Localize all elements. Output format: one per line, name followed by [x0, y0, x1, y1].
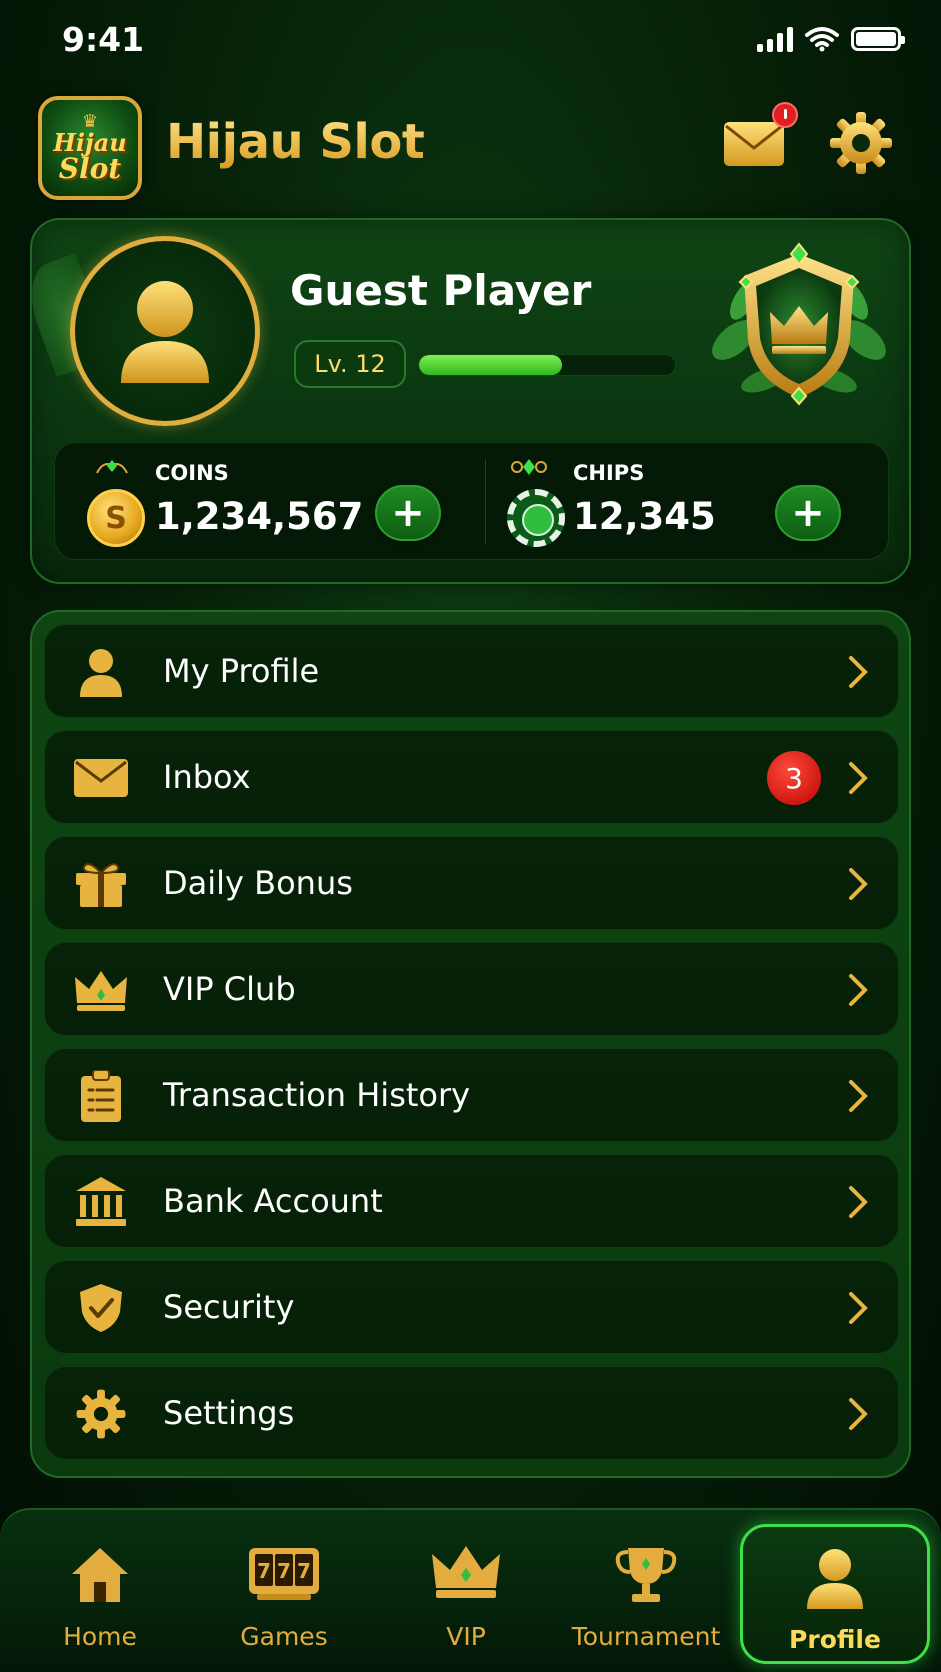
menu-item-bank-account[interactable]: Bank Account: [44, 1154, 899, 1248]
add-coins-button[interactable]: +: [375, 485, 441, 541]
menu-item-daily-bonus[interactable]: Daily Bonus: [44, 836, 899, 930]
chevron-right-icon: [849, 1186, 868, 1218]
chevron-right-icon: [849, 1398, 868, 1430]
nav-label: Games: [240, 1622, 328, 1651]
menu-item-security[interactable]: Security: [44, 1260, 899, 1354]
user-icon: [807, 1549, 863, 1609]
crown-icon: [432, 1546, 500, 1598]
menu-item-inbox[interactable]: Inbox 3: [44, 730, 899, 824]
gem-decoration-icon: [96, 460, 128, 474]
avatar[interactable]: [70, 236, 260, 426]
menu-item-label: VIP Club: [163, 970, 296, 1008]
menu-item-my-profile[interactable]: My Profile: [44, 624, 899, 718]
mail-icon[interactable]: [722, 118, 786, 170]
app-title: Hijau Slot: [166, 114, 425, 170]
nav-item-games[interactable]: 7 7 7 Games: [194, 1524, 374, 1664]
chips-value: 12,345: [573, 495, 716, 538]
status-time: 9:41: [62, 20, 145, 59]
signal-icon: [757, 26, 793, 52]
battery-icon: [851, 27, 905, 51]
status-bar: 9:41: [0, 0, 941, 80]
menu-item-label: Daily Bonus: [163, 864, 353, 902]
nav-label: VIP: [446, 1622, 486, 1651]
status-icons: [757, 26, 905, 52]
app-logo[interactable]: ♛ Hijau Slot: [38, 96, 142, 200]
nav-label: Home: [63, 1622, 137, 1651]
coins-label: COINS: [155, 461, 229, 485]
menu-item-label: My Profile: [163, 652, 320, 690]
add-chips-button[interactable]: +: [775, 485, 841, 541]
wifi-icon: [805, 27, 839, 52]
menu-item-settings[interactable]: Settings: [44, 1366, 899, 1460]
bottom-nav: Home 7 7 7 Games VIP Tournament Profile: [0, 1508, 941, 1672]
home-icon: [72, 1548, 128, 1602]
inbox-count-badge: 3: [767, 751, 821, 805]
slot-machine-icon: 7 7 7: [249, 1548, 319, 1600]
nav-label: Tournament: [571, 1622, 721, 1651]
user-icon: [73, 647, 129, 697]
nav-item-profile[interactable]: Profile: [740, 1524, 930, 1664]
chevron-right-icon: [849, 1292, 868, 1324]
menu-list: My Profile Inbox 3 Daily Bonus VIP Club …: [30, 610, 911, 1478]
chip-icon: [507, 489, 565, 547]
vip-shield-badge-icon[interactable]: [704, 240, 894, 410]
gear-icon[interactable]: [828, 110, 894, 176]
menu-item-vip-club[interactable]: VIP Club: [44, 942, 899, 1036]
bank-icon: [73, 1177, 129, 1227]
menu-item-label: Inbox: [163, 758, 251, 796]
nav-item-tournament[interactable]: Tournament: [556, 1524, 736, 1664]
coin-icon: S: [87, 489, 145, 547]
logo-text-line2: Slot: [58, 152, 122, 185]
chevron-right-icon: [849, 868, 868, 900]
nav-item-vip[interactable]: VIP: [376, 1524, 556, 1664]
crown-icon: [73, 965, 129, 1015]
wallet-divider: [485, 459, 486, 545]
chevron-right-icon: [849, 656, 868, 688]
level-badge: Lv. 12: [294, 340, 406, 388]
wallet-panel: COINS S 1,234,567 + CHIPS 12,345 +: [54, 442, 889, 560]
trophy-icon: [615, 1548, 677, 1602]
player-name: Guest Player: [290, 266, 592, 315]
app-header: ♛ Hijau Slot Hijau Slot: [38, 96, 898, 200]
menu-item-label: Bank Account: [163, 1182, 383, 1220]
chips-label: CHIPS: [573, 461, 645, 485]
svg-text:7: 7: [277, 1559, 291, 1583]
gear-icon: [73, 1389, 129, 1439]
notification-dot: [772, 102, 798, 128]
chevron-right-icon: [849, 762, 868, 794]
menu-item-label: Transaction History: [163, 1076, 471, 1114]
nav-item-home[interactable]: Home: [10, 1524, 190, 1664]
gem-decoration-icon: [511, 459, 547, 475]
menu-item-transaction-history[interactable]: Transaction History: [44, 1048, 899, 1142]
xp-progress-bar: [418, 354, 676, 376]
svg-text:7: 7: [297, 1559, 311, 1583]
profile-card: Guest Player Lv. 12 COINS S 1,234,567 +: [18, 218, 911, 584]
gift-icon: [73, 859, 129, 909]
xp-progress-fill: [419, 355, 563, 375]
coins-value: 1,234,567: [155, 495, 364, 538]
user-icon: [121, 281, 209, 383]
chevron-right-icon: [849, 1080, 868, 1112]
shield-icon: [73, 1283, 129, 1333]
mail-icon: [73, 753, 129, 803]
svg-text:7: 7: [257, 1559, 271, 1583]
nav-label: Profile: [789, 1625, 881, 1654]
menu-item-label: Security: [163, 1288, 295, 1326]
clipboard-icon: [73, 1070, 129, 1122]
menu-item-label: Settings: [163, 1394, 295, 1432]
chevron-right-icon: [849, 974, 868, 1006]
